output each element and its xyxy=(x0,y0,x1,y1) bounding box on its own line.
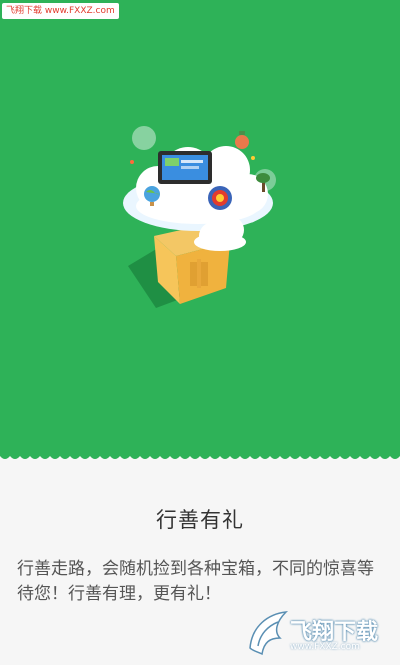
page-description: 行善走路，会随机捡到各种宝箱，不同的惊喜等待您！行善有理，更有礼！ xyxy=(17,559,374,604)
page-title: 行善有礼 xyxy=(156,508,244,532)
treasure-illustration xyxy=(123,126,276,308)
watermark-top: 飞翔下载 www.FXXZ.com xyxy=(2,3,119,19)
hero-banner: 飞翔下载 www.FXXZ.com xyxy=(0,0,400,456)
bag-icon xyxy=(235,131,249,149)
watermark-bottom-url: www.FXXZ.com xyxy=(290,642,360,652)
lucky-badge-icon xyxy=(208,186,232,210)
bubble-icon xyxy=(132,126,156,150)
watermark-bottom: 飞翔下载 www.FXXZ.com xyxy=(246,606,396,662)
tablet-icon xyxy=(158,151,212,184)
scallop-divider xyxy=(0,448,400,459)
wing-logo-icon xyxy=(249,611,289,656)
